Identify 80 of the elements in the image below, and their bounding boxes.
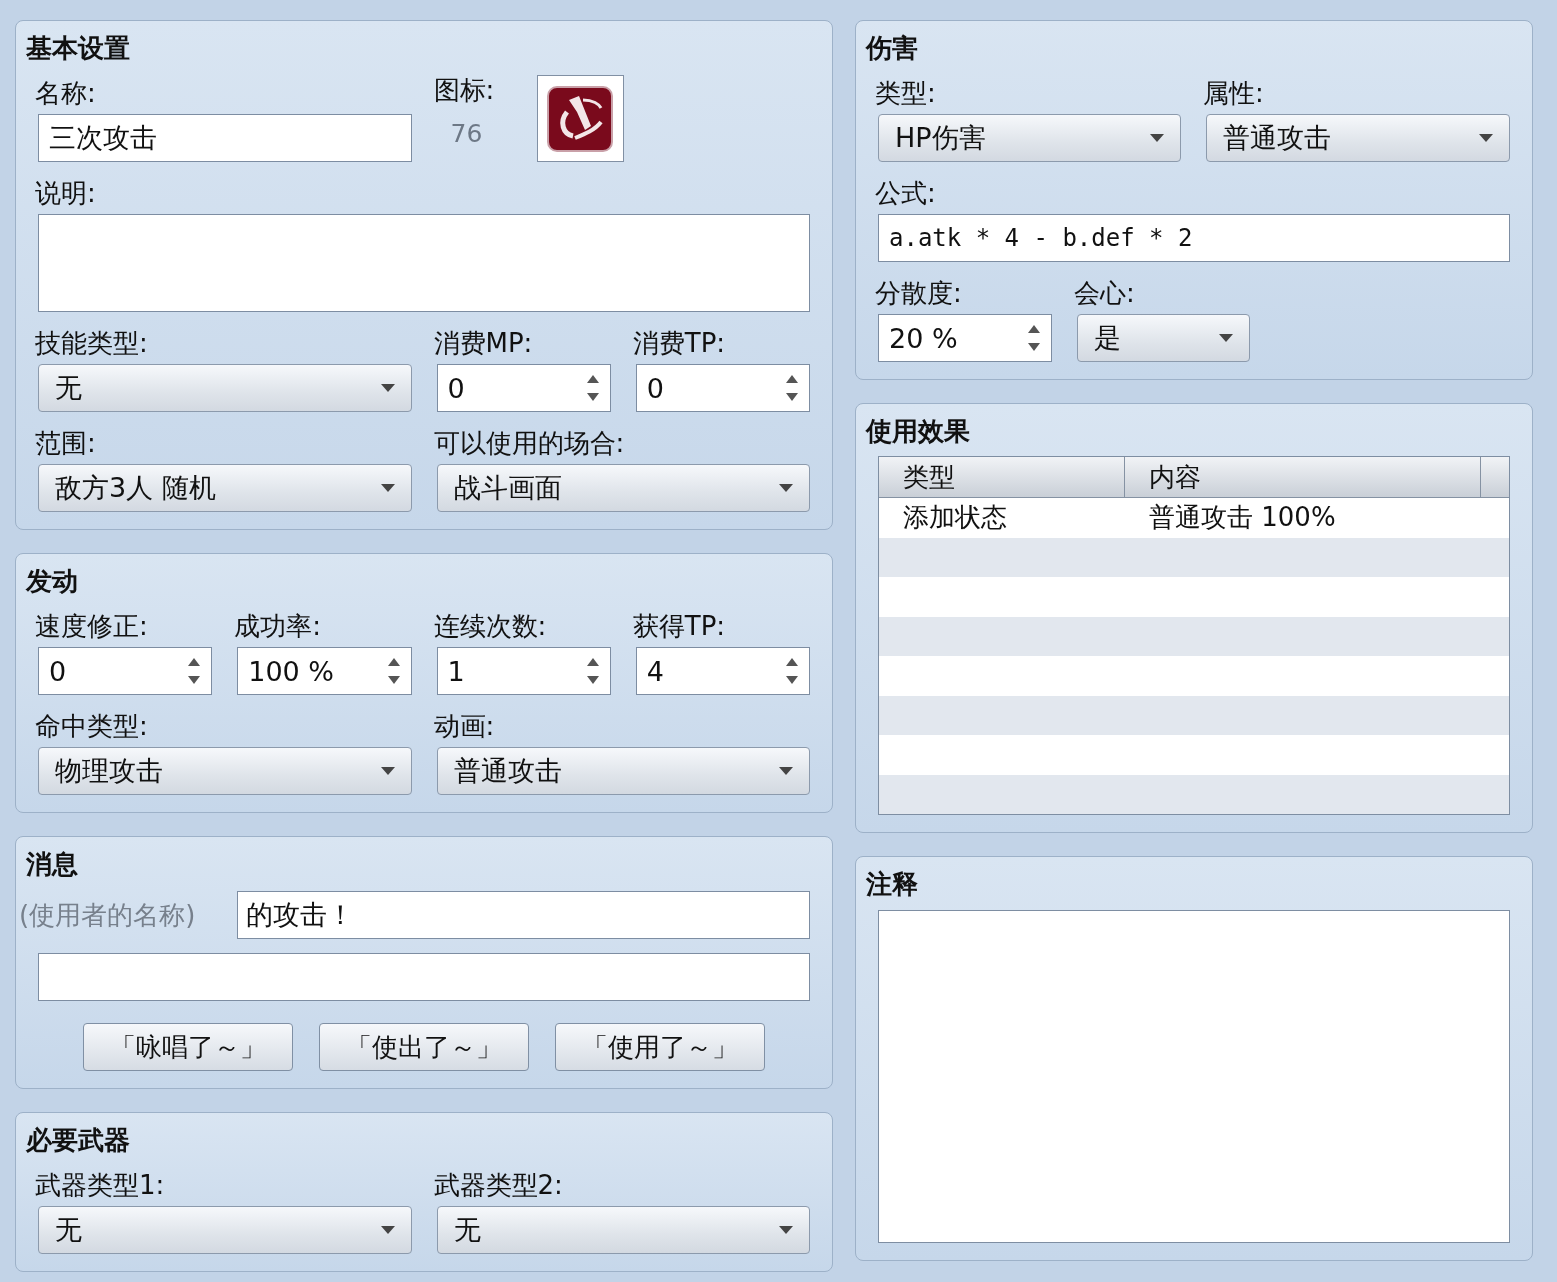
effect-row[interactable]: 添加状态 普通攻击 100% <box>879 498 1509 538</box>
dropdown[interactable]: 无 <box>38 1206 412 1254</box>
dropdown[interactable]: HP伤害 <box>878 114 1181 162</box>
stepper-icon <box>1027 323 1041 353</box>
caret-icon <box>779 1226 793 1234</box>
text-field[interactable]: 三次攻击 <box>38 114 412 162</box>
panel-title: 消息 <box>26 850 79 878</box>
name-placeholder-label: (使用者的名称) <box>19 898 197 932</box>
table-cell-text: 普通攻击 100% <box>1148 501 1337 535</box>
caret-icon <box>1219 334 1233 342</box>
field-label: 命中类型: <box>35 710 149 743</box>
panel-title: 必要武器 <box>26 1126 131 1154</box>
field-label: 会心: <box>1074 277 1136 310</box>
template-button[interactable]: 「使出了～」 <box>319 1023 529 1071</box>
field-label: 速度修正: <box>35 610 149 643</box>
caret-icon <box>779 484 793 492</box>
panel-title: 注释 <box>866 870 919 898</box>
field-label: 动画: <box>433 710 496 743</box>
field-label: 技能类型: <box>35 327 149 360</box>
description-field[interactable] <box>38 214 810 312</box>
formula-field[interactable]: a.atk * 4 - b.def * 2 <box>878 214 1510 262</box>
field-label: 类型: <box>875 77 937 110</box>
caret-icon <box>1479 134 1493 142</box>
column-header[interactable]: 内容 <box>1125 457 1481 497</box>
stepper-icon <box>585 656 600 686</box>
field-label: 获得TP: <box>632 610 727 643</box>
panel-title: 基本设置 <box>26 34 131 62</box>
panel-title: 伤害 <box>866 34 919 62</box>
number-field[interactable]: 0 <box>635 364 810 412</box>
icon-picker[interactable] <box>536 75 624 162</box>
number-field[interactable]: 1 <box>436 647 611 695</box>
caret-icon <box>380 484 395 492</box>
message-field[interactable] <box>38 953 810 1001</box>
stepper-icon <box>585 373 600 403</box>
field-label: 成功率: <box>234 610 322 643</box>
stepper-icon <box>785 373 799 403</box>
number-field[interactable]: 100 % <box>237 647 412 695</box>
panel-title: 发动 <box>26 567 79 595</box>
field-label: 名称: <box>35 77 97 110</box>
stepper-icon <box>785 656 799 686</box>
template-button[interactable]: 「咏唱了～」 <box>83 1023 293 1071</box>
column-header[interactable]: 类型 <box>879 457 1125 497</box>
table-cell-text: 添加状态 <box>902 501 1008 535</box>
slash-icon <box>547 85 613 152</box>
field-label: 说明: <box>35 177 97 210</box>
number-field[interactable]: 0 <box>436 364 611 412</box>
dropdown[interactable]: 普通攻击 <box>436 747 810 795</box>
caret-icon <box>779 767 793 775</box>
dropdown[interactable]: 无 <box>436 1206 810 1254</box>
field-label: 可以使用的场合: <box>433 427 626 460</box>
caret-icon <box>1150 134 1164 142</box>
field-label: 图标: <box>433 75 495 105</box>
number-field[interactable]: 20 % <box>878 314 1052 362</box>
dropdown[interactable]: 无 <box>38 364 412 412</box>
field-label: 范围: <box>35 427 97 460</box>
field-label: 武器类型1: <box>35 1169 166 1202</box>
number-field[interactable]: 4 <box>635 647 810 695</box>
field-label: 分散度: <box>875 277 963 310</box>
field-label: 消费TP: <box>632 327 727 360</box>
caret-icon <box>380 1226 395 1234</box>
stepper-icon <box>187 656 202 686</box>
field-label: 属性: <box>1203 77 1265 110</box>
panel-title: 使用效果 <box>866 417 971 445</box>
caret-icon <box>380 767 395 775</box>
dropdown[interactable]: 战斗画面 <box>436 464 810 512</box>
field-label: 连续次数: <box>433 610 548 643</box>
template-button[interactable]: 「使用了～」 <box>555 1023 765 1071</box>
field-label: 武器类型2: <box>433 1169 564 1202</box>
number-field[interactable]: 0 <box>38 647 213 695</box>
dropdown[interactable]: 普通攻击 <box>1206 114 1510 162</box>
field-label: 消费MP: <box>433 327 534 360</box>
dropdown[interactable]: 敌方3人 随机 <box>38 464 412 512</box>
message-field[interactable]: 的攻击！ <box>237 891 810 939</box>
dropdown[interactable]: 物理攻击 <box>38 747 412 795</box>
stepper-icon <box>386 656 401 686</box>
dropdown[interactable]: 是 <box>1077 314 1250 362</box>
field-label: 公式: <box>875 177 937 210</box>
icon-index: 76 <box>450 119 483 148</box>
caret-icon <box>380 384 395 392</box>
note-field[interactable] <box>878 910 1510 1243</box>
